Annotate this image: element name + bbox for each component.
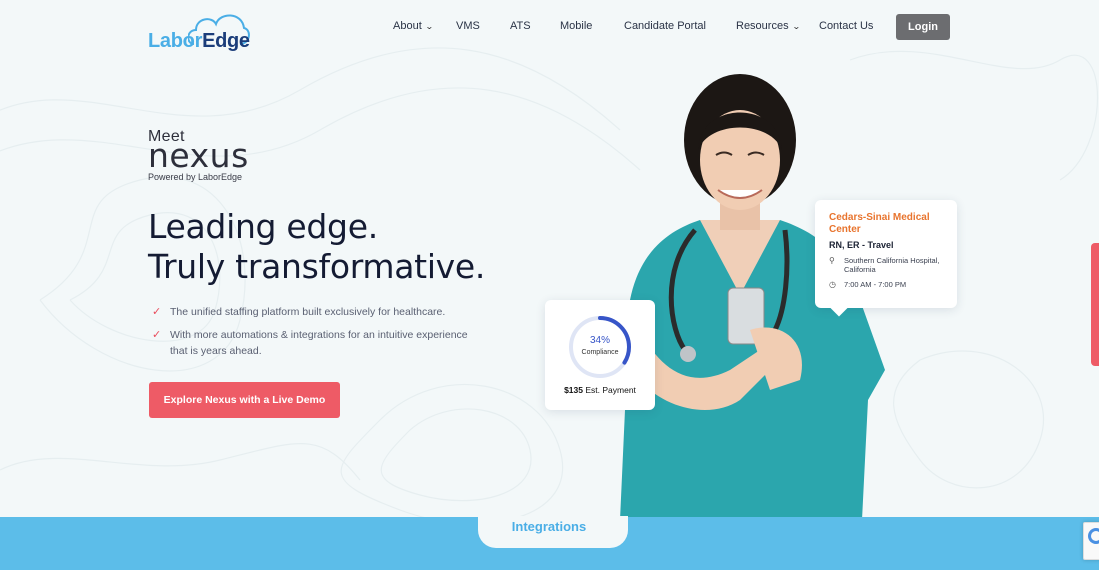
integrations-tab-label[interactable]: Integrations — [478, 519, 620, 534]
clock-icon: ◷ — [829, 280, 836, 289]
nav-item-resources[interactable]: Resources ⌄ — [736, 20, 801, 32]
nav-item-ats[interactable]: ATS — [510, 20, 531, 32]
login-button[interactable]: Login — [896, 14, 950, 40]
check-icon: ✓ — [152, 306, 162, 318]
chevron-down-icon: ⌄ — [791, 21, 801, 31]
list-item: ✓ With more automations & integrations f… — [152, 329, 468, 357]
job-role: RN, ER - Travel — [829, 240, 894, 250]
job-location: ⚲ Southern California Hospital, Californ… — [829, 256, 940, 274]
nexus-wordmark: nexus — [148, 136, 249, 175]
powered-by-label: Powered by LaborEdge — [148, 172, 243, 182]
nav-item-vms[interactable]: VMS — [456, 20, 480, 32]
estimated-payment: $135 Est. Payment — [564, 385, 636, 395]
compliance-label: Compliance — [581, 349, 619, 356]
headline-line-2: Truly transformative. — [148, 247, 486, 286]
list-item: ✓ The unified staffing platform built ex… — [152, 306, 446, 318]
nav-item-about[interactable]: About ⌄ — [393, 20, 434, 32]
side-feedback-tab[interactable] — [1091, 243, 1099, 366]
chevron-down-icon: ⌄ — [424, 21, 434, 31]
compliance-percent: 34% — [589, 335, 610, 346]
hero-headline: Leading edge. Truly transformative. — [148, 207, 485, 287]
nav-item-mobile[interactable]: Mobile — [560, 20, 592, 32]
nexus-product-logo: Meet nexus Powered by LaborEdge — [148, 128, 249, 182]
job-facility: Cedars-Sinai Medical Center — [829, 212, 930, 235]
recaptcha-icon — [1088, 528, 1099, 544]
compliance-progress-ring — [569, 316, 631, 378]
live-demo-button[interactable]: Explore Nexus with a Live Demo — [149, 382, 340, 418]
job-card: Cedars-Sinai Medical Center RN, ER - Tra… — [815, 200, 957, 308]
nav-item-candidate-portal[interactable]: Candidate Portal — [624, 20, 706, 32]
job-hours: ◷ 7:00 AM - 7:00 PM — [829, 280, 907, 289]
main-nav: About ⌄ VMS ATS Mobile Candidate Portal R… — [0, 0, 1099, 54]
recaptcha-badge[interactable] — [1083, 522, 1099, 560]
headline-line-1: Leading edge. — [148, 207, 378, 246]
location-pin-icon: ⚲ — [829, 256, 835, 265]
nav-item-contact-us[interactable]: Contact Us — [819, 20, 873, 32]
compliance-card: 34% Compliance $135 Est. Payment — [545, 300, 655, 410]
check-icon: ✓ — [152, 329, 162, 341]
feature-bullets: ✓ The unified staffing platform built ex… — [152, 304, 482, 366]
